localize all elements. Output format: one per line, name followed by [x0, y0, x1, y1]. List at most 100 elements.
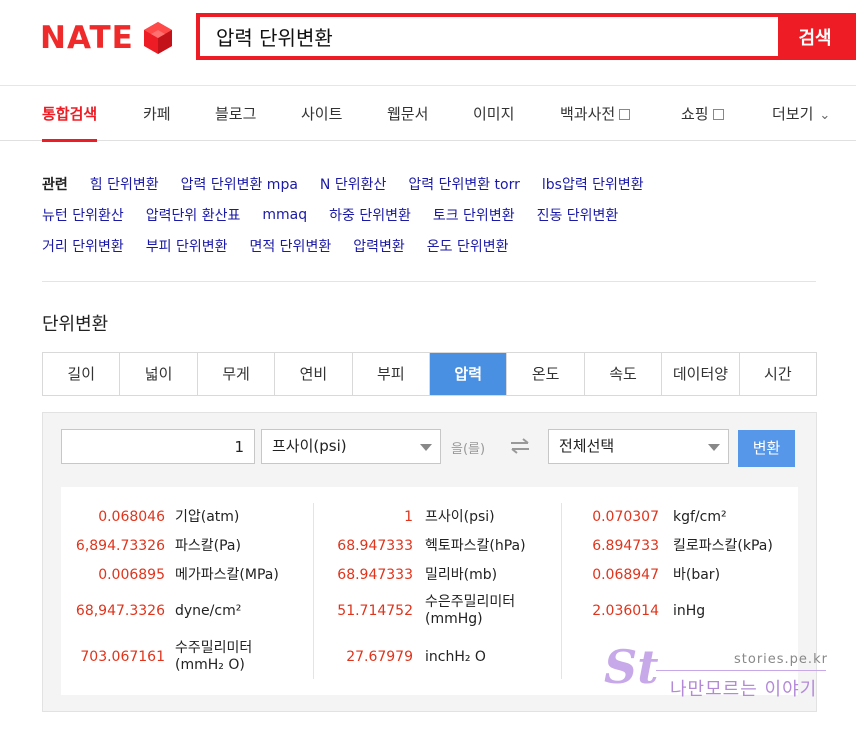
result-unit: dyne/cm²	[175, 603, 242, 619]
related-link[interactable]: lbs압력 단위변환	[542, 174, 644, 194]
result-unit: 기압(atm)	[175, 509, 240, 525]
tab-label: 통합검색	[42, 105, 98, 123]
to-unit-select[interactable]: 전체선택	[548, 429, 729, 464]
related-link[interactable]: 면적 단위변환	[249, 236, 331, 256]
convert-button[interactable]: 변환	[738, 430, 795, 467]
result-unit-line2: (mmHg)	[425, 611, 483, 627]
nate-logo[interactable]: NATE	[40, 20, 174, 56]
search-category-tabs: 통합검색 카페 블로그 사이트 웹문서 이미지 백과사전 쇼핑 더보기 ⌄	[0, 87, 856, 142]
related-link[interactable]: 압력 단위변환 torr	[408, 174, 520, 194]
from-unit-select[interactable]: 프사이(psi)	[261, 429, 441, 464]
related-link[interactable]: 온도 단위변환	[427, 236, 509, 256]
related-link[interactable]: 압력 단위변환 mpa	[181, 174, 298, 194]
related-link[interactable]: 하중 단위변환	[329, 205, 411, 225]
result-value: 2.036014	[592, 603, 659, 619]
unit-tab-pressure[interactable]: 압력	[430, 353, 508, 395]
related-searches: 관련 힘 단위변환 압력 단위변환 mpa N 단위환산 압력 단위변환 tor…	[42, 168, 822, 261]
tab-web-documents[interactable]: 웹문서	[387, 87, 428, 141]
watermark-line	[656, 670, 826, 671]
result-unit: 수은주밀리미터	[425, 594, 516, 610]
result-value: 0.070307	[592, 509, 659, 525]
result-value: 0.068046	[98, 509, 165, 525]
column-divider	[313, 503, 314, 679]
watermark-text: 나만모르는 이야기	[670, 679, 818, 700]
result-unit: 메가파스칼(MPa)	[175, 567, 279, 583]
result-value: 68.947333	[337, 567, 413, 583]
tab-encyclopedia[interactable]: 백과사전	[560, 87, 631, 141]
logo-gem-icon	[143, 22, 172, 54]
logo-text: NATE	[40, 20, 134, 56]
header: NATE 검색	[0, 0, 856, 86]
result-value: 703.067161	[80, 649, 165, 665]
result-value: 6,894.73326	[75, 538, 165, 554]
related-link[interactable]: mmaq	[262, 207, 307, 223]
tab-label: 이미지	[473, 105, 515, 123]
from-unit-value: 프사이(psi)	[272, 437, 347, 455]
tab-label: 더보기	[772, 105, 814, 123]
tab-shopping[interactable]: 쇼핑	[681, 87, 724, 141]
related-row: 뉴턴 단위환산 압력단위 환산표 mmaq 하중 단위변환 토크 단위변환 진동…	[42, 199, 822, 230]
tab-label: 블로그	[215, 105, 257, 123]
result-unit: inHg	[673, 603, 706, 619]
dropdown-arrow-icon	[708, 444, 720, 451]
unit-tab-speed[interactable]: 속도	[584, 353, 663, 395]
result-unit: kgf/cm²	[673, 509, 727, 525]
related-row: 거리 단위변환 부피 단위변환 면적 단위변환 압력변환 온도 단위변환	[42, 230, 822, 261]
tab-label: 쇼핑	[681, 105, 709, 123]
unit-tab-time[interactable]: 시간	[739, 353, 817, 395]
result-value: 68.947333	[337, 538, 413, 554]
unit-tab-fuel-economy[interactable]: 연비	[275, 353, 353, 395]
watermark-url: stories.pe.kr	[734, 652, 828, 667]
unit-tab-temperature[interactable]: 온도	[507, 353, 585, 395]
swap-arrows-icon[interactable]	[509, 437, 531, 455]
search-button[interactable]: 검색	[778, 17, 852, 56]
blog-watermark: St stories.pe.kr 나만모르는 이야기	[596, 640, 836, 706]
related-link[interactable]: 뉴턴 단위환산	[42, 205, 124, 225]
tab-label: 카페	[143, 105, 171, 123]
unit-tab-volume[interactable]: 부피	[352, 353, 431, 395]
related-link[interactable]: 거리 단위변환	[42, 236, 124, 256]
unit-converter-title: 단위변환	[42, 314, 109, 335]
related-link[interactable]: N 단위환산	[320, 174, 386, 194]
value-input[interactable]	[61, 429, 255, 464]
related-link[interactable]: 부피 단위변환	[146, 236, 228, 256]
new-window-icon	[619, 109, 631, 120]
result-unit: 프사이(psi)	[425, 509, 495, 525]
chevron-down-icon: ⌄	[819, 108, 831, 123]
result-unit: 킬로파스칼(kPa)	[673, 538, 773, 554]
unit-tab-area[interactable]: 넓이	[120, 353, 198, 395]
related-link[interactable]: 진동 단위변환	[537, 205, 619, 225]
result-value: 0.068947	[592, 567, 659, 583]
column-divider	[561, 503, 562, 679]
related-link[interactable]: 토크 단위변환	[433, 205, 515, 225]
result-value: 51.714752	[337, 603, 413, 619]
result-unit: 바(bar)	[673, 567, 721, 583]
result-value: 68,947.3326	[75, 603, 165, 619]
tab-blog[interactable]: 블로그	[215, 87, 256, 141]
result-value: 6.894733	[592, 538, 659, 554]
tab-site[interactable]: 사이트	[301, 87, 342, 141]
particle-text: 을(를)	[451, 442, 486, 457]
result-value: 0.006895	[98, 567, 165, 583]
related-link[interactable]: 힘 단위변환	[90, 174, 159, 194]
tab-integrated-search[interactable]: 통합검색	[42, 87, 98, 142]
related-label: 관련	[42, 176, 68, 193]
tab-label: 백과사전	[560, 105, 616, 123]
search-input[interactable]	[200, 17, 778, 56]
related-link[interactable]: 압력단위 환산표	[146, 205, 241, 225]
tab-images[interactable]: 이미지	[473, 87, 514, 141]
result-unit: inchH₂ O	[425, 649, 486, 665]
result-value: 27.67979	[346, 649, 413, 665]
unit-tab-weight[interactable]: 무게	[197, 353, 276, 395]
tab-cafe[interactable]: 카페	[143, 87, 171, 141]
to-unit-value: 전체선택	[559, 437, 615, 455]
new-window-icon	[712, 109, 724, 120]
dropdown-arrow-icon	[420, 444, 432, 451]
result-unit: 헥토파스칼(hPa)	[425, 538, 526, 554]
result-unit-line2: (mmH₂ O)	[175, 657, 245, 673]
tab-more[interactable]: 더보기 ⌄	[772, 87, 830, 141]
result-unit: 밀리바(mb)	[425, 567, 498, 583]
related-link[interactable]: 압력변환	[353, 236, 405, 256]
unit-tab-data-size[interactable]: 데이터양	[662, 353, 740, 395]
unit-tab-length[interactable]: 길이	[43, 353, 121, 395]
